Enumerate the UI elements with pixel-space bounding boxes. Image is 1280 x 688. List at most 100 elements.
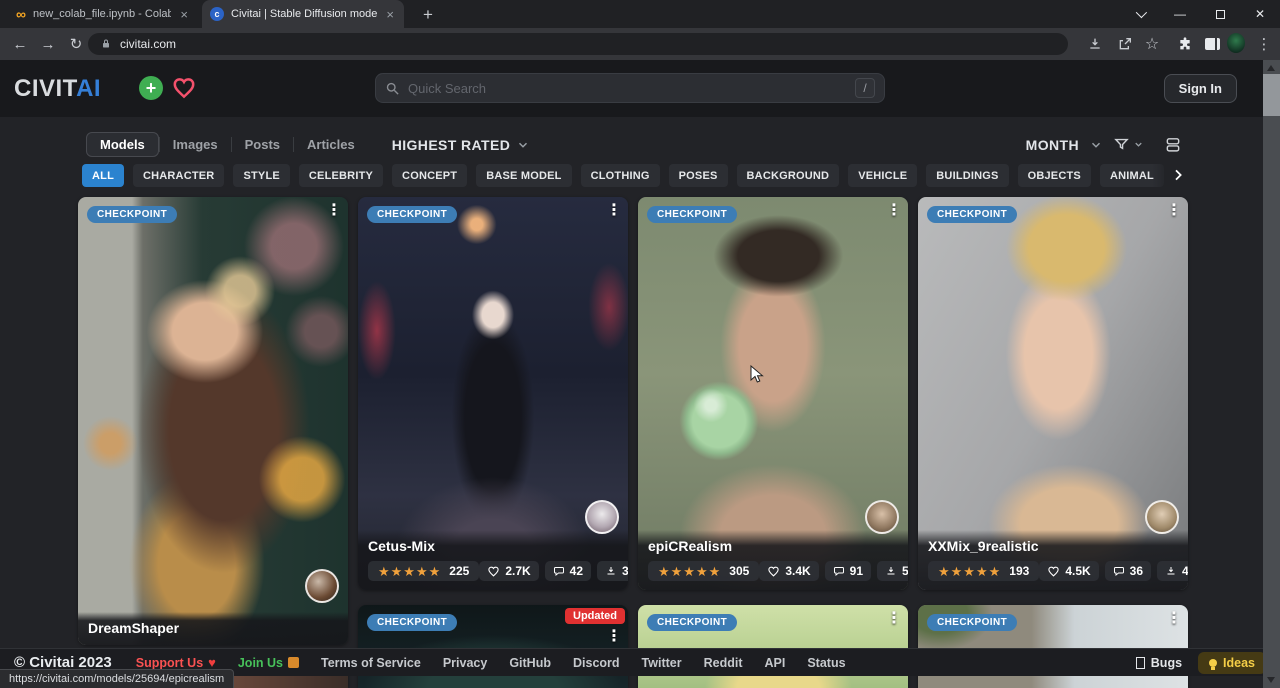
chip-objects[interactable]: OBJECTS — [1018, 164, 1091, 187]
downloads-chip: 38K — [597, 561, 628, 581]
profile-avatar[interactable] — [1227, 34, 1245, 52]
checkpoint-badge: CHECKPOINT — [647, 614, 737, 631]
model-card-epicrealism[interactable]: CHECKPOINT ⋮ epiCRealism ★★★★★ 305 3.4K … — [638, 197, 908, 590]
footer-link-join-us[interactable]: Join Us — [238, 656, 299, 670]
create-plus-button[interactable]: + — [139, 76, 163, 100]
card-menu-icon[interactable]: ⋮ — [326, 203, 342, 219]
bug-icon — [1136, 657, 1145, 669]
chip-all[interactable]: ALL — [82, 164, 124, 187]
footer-link-reddit[interactable]: Reddit — [704, 656, 743, 670]
tab-close-icon[interactable]: × — [178, 7, 190, 22]
quick-search-box[interactable]: / — [375, 73, 885, 103]
footer-link-support-us[interactable]: Support Us♥ — [136, 655, 216, 670]
favorites-heart-icon[interactable] — [171, 75, 197, 101]
rating-chip: ★★★★★ 225 — [368, 561, 479, 581]
tab-articles[interactable]: Articles — [294, 133, 368, 156]
card-menu-icon[interactable]: ⋮ — [606, 203, 622, 219]
filter-funnel-icon[interactable] — [1113, 136, 1144, 153]
checkpoint-badge: CHECKPOINT — [367, 614, 457, 631]
card-menu-icon[interactable]: ⋮ — [1166, 203, 1182, 219]
footer-link-discord[interactable]: Discord — [573, 656, 620, 670]
chip-style[interactable]: STYLE — [233, 164, 289, 187]
close-button[interactable]: ✕ — [1240, 0, 1280, 28]
browser-tab-colab[interactable]: ∞ new_colab_file.ipynb - Colaborat × — [8, 0, 198, 28]
model-title: XXMix_9realistic — [928, 538, 1178, 554]
chip-background[interactable]: BACKGROUND — [737, 164, 840, 187]
footer-link-status[interactable]: Status — [807, 656, 845, 670]
scroll-down-icon[interactable] — [1267, 677, 1275, 683]
bugs-button[interactable]: Bugs — [1136, 656, 1182, 670]
footer-link-terms[interactable]: Terms of Service — [321, 656, 421, 670]
bookmark-star-icon[interactable]: ☆ — [1143, 35, 1161, 53]
forward-button[interactable]: → — [38, 34, 58, 54]
scroll-up-icon[interactable] — [1267, 65, 1275, 71]
model-card-xxmix9realistic[interactable]: CHECKPOINT ⋮ XXMix_9realistic ★★★★★ 193 … — [918, 197, 1188, 590]
chip-celebrity[interactable]: CELEBRITY — [299, 164, 383, 187]
search-icon — [385, 81, 400, 96]
card-menu-icon[interactable]: ⋮ — [886, 611, 902, 627]
checkpoint-badge: CHECKPOINT — [647, 206, 737, 223]
back-button[interactable]: ← — [10, 34, 30, 54]
rating-chip: ★★★★★ 305 — [648, 561, 759, 581]
share-icon[interactable] — [1116, 35, 1134, 53]
civitai-logo[interactable]: CIVITAI — [14, 75, 101, 103]
search-input[interactable] — [408, 81, 847, 96]
extensions-puzzle-icon[interactable] — [1176, 35, 1194, 53]
maximize-button[interactable] — [1200, 0, 1240, 28]
chip-buildings[interactable]: BUILDINGS — [926, 164, 1008, 187]
new-tab-button[interactable]: + — [416, 3, 440, 27]
creator-avatar[interactable] — [585, 500, 619, 534]
footer-link-api[interactable]: API — [764, 656, 785, 670]
model-card-dreamshaper[interactable]: CHECKPOINT ⋮ DreamShaper — [78, 197, 348, 645]
creator-avatar[interactable] — [1145, 500, 1179, 534]
browser-toolbar: ← → ↻ civitai.com ☆ ⋮ — [0, 28, 1280, 60]
chips-scroll-right-icon[interactable] — [1152, 162, 1186, 188]
period-dropdown[interactable]: MONTH — [1026, 137, 1079, 153]
chip-vehicle[interactable]: VEHICLE — [848, 164, 917, 187]
sort-dropdown[interactable]: HIGHEST RATED — [392, 137, 511, 153]
browser-tab-civitai[interactable]: c Civitai | Stable Diffusion models, × — [202, 0, 404, 28]
tab-search-chevron-icon[interactable] — [1120, 0, 1160, 28]
address-bar[interactable]: civitai.com — [88, 33, 1068, 55]
side-panel-icon[interactable] — [1203, 35, 1221, 53]
page-scrollbar[interactable] — [1263, 60, 1280, 688]
link-status-bubble: https://civitai.com/models/25694/epicrea… — [0, 669, 234, 688]
chip-base-model[interactable]: BASE MODEL — [476, 164, 571, 187]
minimize-button[interactable]: — — [1160, 0, 1200, 28]
download-icon — [885, 565, 897, 577]
heart-icon — [487, 565, 500, 578]
chip-poses[interactable]: POSES — [669, 164, 728, 187]
checkpoint-badge: CHECKPOINT — [927, 614, 1017, 631]
card-menu-icon[interactable]: ⋮ — [606, 629, 622, 645]
comments-chip: 91 — [825, 561, 871, 581]
footer-link-twitter[interactable]: Twitter — [642, 656, 682, 670]
chip-concept[interactable]: CONCEPT — [392, 164, 467, 187]
model-card-cetus-mix[interactable]: CHECKPOINT ⋮ Cetus-Mix ★★★★★ 225 2.7K 42 — [358, 197, 628, 590]
ideas-button[interactable]: Ideas — [1198, 652, 1266, 674]
creator-avatar[interactable] — [305, 569, 339, 603]
download-icon — [1165, 565, 1177, 577]
chip-character[interactable]: CHARACTER — [133, 164, 224, 187]
tab-posts[interactable]: Posts — [232, 133, 293, 156]
content-type-tabs: Models Images Posts Articles — [86, 132, 368, 157]
creator-avatar[interactable] — [865, 500, 899, 534]
sign-in-button[interactable]: Sign In — [1164, 74, 1237, 103]
civitai-favicon: c — [210, 7, 224, 21]
card-size-toggle-icon[interactable] — [1164, 136, 1182, 153]
card-menu-icon[interactable]: ⋮ — [886, 203, 902, 219]
tab-models[interactable]: Models — [86, 132, 159, 157]
reload-button[interactable]: ↻ — [66, 34, 86, 54]
browser-menu-icon[interactable]: ⋮ — [1255, 35, 1273, 53]
likes-chip: 3.4K — [759, 561, 818, 581]
card-menu-icon[interactable]: ⋮ — [1166, 611, 1182, 627]
rating-count: 225 — [449, 564, 469, 578]
chip-clothing[interactable]: CLOTHING — [581, 164, 660, 187]
tab-images[interactable]: Images — [160, 133, 231, 156]
download-icon — [605, 565, 617, 577]
footer-link-github[interactable]: GitHub — [509, 656, 551, 670]
footer-link-privacy[interactable]: Privacy — [443, 656, 487, 670]
tab-close-icon[interactable]: × — [384, 7, 396, 22]
scrollbar-thumb[interactable] — [1263, 74, 1280, 116]
download-icon[interactable] — [1086, 35, 1104, 53]
rating-count: 305 — [729, 564, 749, 578]
